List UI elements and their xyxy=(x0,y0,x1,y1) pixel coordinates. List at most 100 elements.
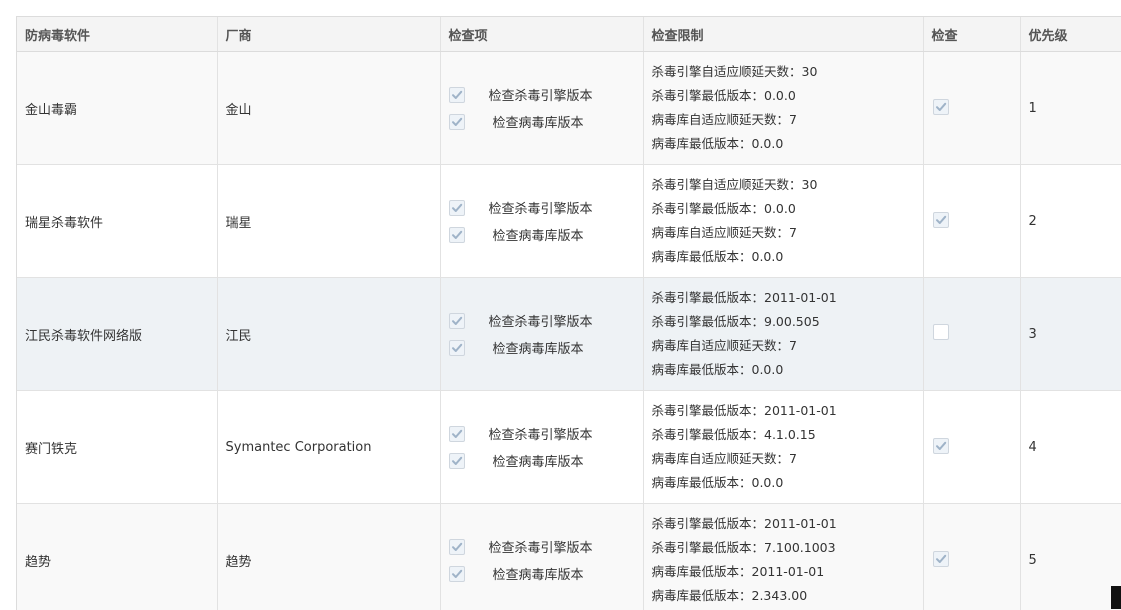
software-name: 金山毒霸 xyxy=(25,103,77,118)
limit-line: 杀毒引擎最低版本：2011-01-01 xyxy=(652,512,915,536)
header-row: 防病毒软件 厂商 检查项 检查限制 检查 优先级 xyxy=(17,17,1121,52)
check-item-label: 检查病毒库版本 xyxy=(493,225,584,244)
limit-line: 杀毒引擎最低版本：0.0.0 xyxy=(652,197,915,221)
table-body: 金山毒霸 金山 检查杀毒引擎版本 检查病毒库版本 杀毒引擎自适应顺延天数：30 … xyxy=(17,52,1121,610)
scrollbar-thumb[interactable] xyxy=(1111,586,1121,609)
check-item-checkbox[interactable] xyxy=(449,426,465,442)
checkmark-icon xyxy=(451,342,463,354)
cell-software: 江民杀毒软件网络版 xyxy=(17,278,217,391)
checkmark-icon xyxy=(451,116,463,128)
cell-priority: 1 xyxy=(1020,52,1121,165)
checkmark-icon xyxy=(935,101,947,113)
header-check-limits[interactable]: 检查限制 xyxy=(643,17,923,52)
software-name: 江民杀毒软件网络版 xyxy=(25,329,142,344)
cell-check-limits: 杀毒引擎最低版本：2011-01-01 杀毒引擎最低版本：7.100.1003 … xyxy=(643,504,923,610)
check-item-checkbox[interactable] xyxy=(449,114,465,130)
checkmark-icon xyxy=(451,455,463,467)
check-item-checkbox[interactable] xyxy=(449,340,465,356)
table-header: 防病毒软件 厂商 检查项 检查限制 检查 优先级 xyxy=(17,17,1121,52)
priority-value: 1 xyxy=(1029,101,1037,116)
header-inspect[interactable]: 检查 xyxy=(923,17,1020,52)
cell-check-items: 检查杀毒引擎版本 检查病毒库版本 xyxy=(440,278,643,391)
check-item: 检查杀毒引擎版本 xyxy=(449,194,635,221)
header-check-items[interactable]: 检查项 xyxy=(440,17,643,52)
check-item: 检查病毒库版本 xyxy=(449,221,635,248)
check-item-label: 检查病毒库版本 xyxy=(493,564,584,583)
table-row[interactable]: 金山毒霸 金山 检查杀毒引擎版本 检查病毒库版本 杀毒引擎自适应顺延天数：30 … xyxy=(17,52,1121,165)
cell-inspect xyxy=(923,278,1020,391)
cell-software: 赛门铁克 xyxy=(17,391,217,504)
software-name: 趋势 xyxy=(25,555,51,570)
vendor-name: Symantec Corporation xyxy=(226,440,372,455)
check-item-label: 检查病毒库版本 xyxy=(493,451,584,470)
inspect-checkbox[interactable] xyxy=(933,551,949,567)
cell-check-limits: 杀毒引擎自适应顺延天数：30 杀毒引擎最低版本：0.0.0 病毒库自适应顺延天数… xyxy=(643,52,923,165)
table-row[interactable]: 赛门铁克 Symantec Corporation 检查杀毒引擎版本 检查病毒库… xyxy=(17,391,1121,504)
cell-check-limits: 杀毒引擎最低版本：2011-01-01 杀毒引擎最低版本：9.00.505 病毒… xyxy=(643,278,923,391)
table-row[interactable]: 江民杀毒软件网络版 江民 检查杀毒引擎版本 检查病毒库版本 杀毒引擎最低版本：2… xyxy=(17,278,1121,391)
check-item-label: 检查杀毒引擎版本 xyxy=(489,198,593,217)
cell-priority: 2 xyxy=(1020,165,1121,278)
checkmark-icon xyxy=(935,553,947,565)
antivirus-policy-table: 防病毒软件 厂商 检查项 检查限制 检查 优先级 金山毒霸 金山 检查杀毒引擎版… xyxy=(17,17,1121,610)
check-item-checkbox[interactable] xyxy=(449,87,465,103)
cell-software: 瑞星杀毒软件 xyxy=(17,165,217,278)
check-item-label: 检查杀毒引擎版本 xyxy=(489,424,593,443)
cell-vendor: 趋势 xyxy=(217,504,440,610)
check-item-checkbox[interactable] xyxy=(449,313,465,329)
software-name: 赛门铁克 xyxy=(25,442,77,457)
cell-vendor: Symantec Corporation xyxy=(217,391,440,504)
inspect-checkbox[interactable] xyxy=(933,212,949,228)
cell-inspect xyxy=(923,504,1020,610)
checkmark-icon xyxy=(451,89,463,101)
table-row[interactable]: 瑞星杀毒软件 瑞星 检查杀毒引擎版本 检查病毒库版本 杀毒引擎自适应顺延天数：3… xyxy=(17,165,1121,278)
inspect-checkbox[interactable] xyxy=(933,438,949,454)
cell-inspect xyxy=(923,391,1020,504)
limit-line: 病毒库自适应顺延天数：7 xyxy=(652,221,915,245)
cell-check-items: 检查杀毒引擎版本 检查病毒库版本 xyxy=(440,391,643,504)
vendor-name: 金山 xyxy=(226,103,252,118)
check-item-checkbox[interactable] xyxy=(449,566,465,582)
priority-value: 3 xyxy=(1029,327,1037,342)
cell-check-limits: 杀毒引擎最低版本：2011-01-01 杀毒引擎最低版本：4.1.0.15 病毒… xyxy=(643,391,923,504)
limit-line: 杀毒引擎最低版本：9.00.505 xyxy=(652,310,915,334)
check-item-label: 检查病毒库版本 xyxy=(493,338,584,357)
cell-software: 金山毒霸 xyxy=(17,52,217,165)
header-software[interactable]: 防病毒软件 xyxy=(17,17,217,52)
check-item-checkbox[interactable] xyxy=(449,539,465,555)
header-priority[interactable]: 优先级 xyxy=(1020,17,1121,52)
limit-line: 病毒库最低版本：2011-01-01 xyxy=(652,560,915,584)
vendor-name: 江民 xyxy=(226,329,252,344)
checkmark-icon xyxy=(935,214,947,226)
limit-line: 杀毒引擎最低版本：0.0.0 xyxy=(652,84,915,108)
check-item: 检查杀毒引擎版本 xyxy=(449,533,635,560)
limit-line: 病毒库最低版本：0.0.0 xyxy=(652,132,915,156)
cell-vendor: 瑞星 xyxy=(217,165,440,278)
limit-line: 杀毒引擎最低版本：7.100.1003 xyxy=(652,536,915,560)
check-item: 检查病毒库版本 xyxy=(449,108,635,135)
cell-software: 趋势 xyxy=(17,504,217,610)
limit-line: 病毒库自适应顺延天数：7 xyxy=(652,108,915,132)
limit-line: 杀毒引擎自适应顺延天数：30 xyxy=(652,173,915,197)
cell-inspect xyxy=(923,165,1020,278)
limit-line: 病毒库自适应顺延天数：7 xyxy=(652,334,915,358)
inspect-checkbox[interactable] xyxy=(933,99,949,115)
software-name: 瑞星杀毒软件 xyxy=(25,216,103,231)
check-item-checkbox[interactable] xyxy=(449,453,465,469)
table-row[interactable]: 趋势 趋势 检查杀毒引擎版本 检查病毒库版本 杀毒引擎最低版本：2011-01-… xyxy=(17,504,1121,610)
check-item: 检查病毒库版本 xyxy=(449,560,635,587)
cell-check-items: 检查杀毒引擎版本 检查病毒库版本 xyxy=(440,165,643,278)
priority-value: 4 xyxy=(1029,440,1037,455)
inspect-checkbox[interactable] xyxy=(933,324,949,340)
cell-check-items: 检查杀毒引擎版本 检查病毒库版本 xyxy=(440,52,643,165)
check-item: 检查病毒库版本 xyxy=(449,447,635,474)
limit-line: 病毒库自适应顺延天数：7 xyxy=(652,447,915,471)
checkmark-icon xyxy=(451,202,463,214)
check-item-checkbox[interactable] xyxy=(449,227,465,243)
cell-check-items: 检查杀毒引擎版本 检查病毒库版本 xyxy=(440,504,643,610)
priority-value: 5 xyxy=(1029,553,1037,568)
check-item: 检查杀毒引擎版本 xyxy=(449,307,635,334)
header-vendor[interactable]: 厂商 xyxy=(217,17,440,52)
priority-value: 2 xyxy=(1029,214,1037,229)
check-item-checkbox[interactable] xyxy=(449,200,465,216)
